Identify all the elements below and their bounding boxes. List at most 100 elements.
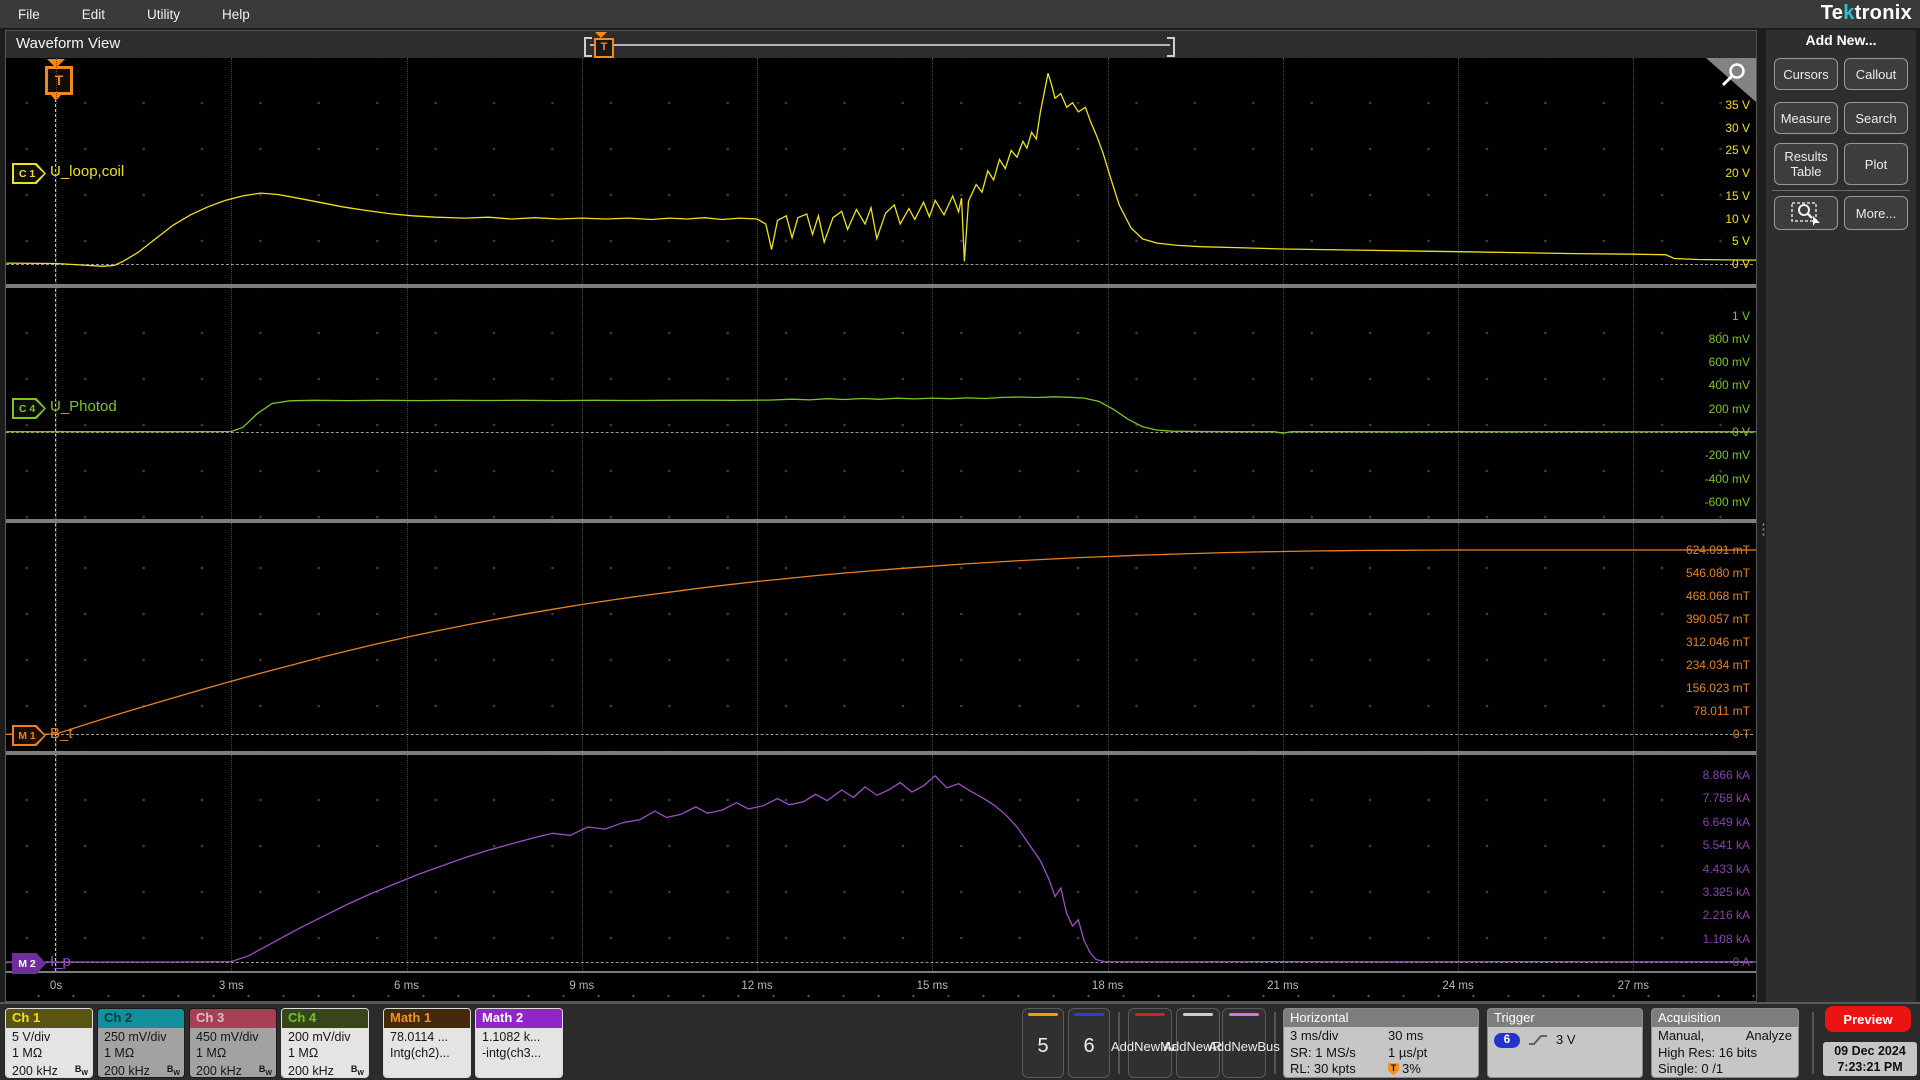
axis-tick-label: 200 mV: [1708, 401, 1750, 416]
slice-math2: 8.866 kA 7.758 kA 6.649 kA 5.541 kA 4.433 kA…: [6, 755, 1756, 971]
horizontal-row: 3 ms/div 30 ms: [1290, 1028, 1472, 1045]
channel-setting-row: 1 MΩ: [12, 1045, 88, 1061]
waveform-view-container: Waveform View T T 0s 3 ms 6 ms 9 ms 12 ms 15 …: [5, 30, 1757, 1002]
more-button[interactable]: More...: [1844, 196, 1908, 230]
menu-item-file[interactable]: File: [14, 7, 44, 22]
horizontal-row-left: SR: 1 MS/s: [1290, 1044, 1356, 1060]
logo-text-post: tronix: [1854, 2, 1912, 24]
button-label-word: New: [1231, 1039, 1258, 1054]
preview-button[interactable]: Preview: [1825, 1006, 1911, 1032]
bottom-divider-3: [1812, 1012, 1814, 1074]
button-label-word: Add: [1208, 1039, 1232, 1054]
button-label-word: Add: [1110, 1039, 1135, 1054]
axis-tick-label: 8.866 kA: [1702, 767, 1750, 782]
ch1-badge[interactable]: Ch 1 5 V/div 1 MΩ 200 kHz BW: [5, 1008, 93, 1078]
trigger-panel[interactable]: Trigger 6 3 V: [1487, 1008, 1643, 1078]
acquisition-single: Single: 0 /1: [1658, 1061, 1724, 1076]
channel-setting-row: 250 mV/div: [104, 1029, 180, 1045]
horizontal-row-right: 1 µs/pt: [1388, 1045, 1427, 1062]
channel-setting-text: 200 mV/div: [288, 1030, 351, 1044]
channel-setting-text: 200 kHz: [196, 1064, 242, 1078]
horizontal-row: SR: 1 MS/s 1 µs/pt: [1290, 1045, 1472, 1062]
logo-text-k: k: [1843, 2, 1855, 24]
axis-tick-label: 7.758 kA: [1702, 791, 1750, 806]
math2-label[interactable]: I_p: [50, 953, 71, 970]
measure-button[interactable]: Measure: [1774, 102, 1838, 134]
button-label-word: Add: [1163, 1039, 1187, 1054]
time-tick-label: 21 ms: [1267, 980, 1299, 992]
button-label: Add New Bus: [1208, 1016, 1280, 1077]
channel-settings: 5 V/div 1 MΩ 200 kHz BW: [6, 1028, 92, 1078]
axis-tick-label: 312.046 mT: [1685, 635, 1750, 649]
channel-settings: 250 mV/div 1 MΩ 200 kHz BW: [98, 1028, 184, 1078]
channel-setting-text: 200 kHz: [104, 1064, 150, 1078]
button-label-word: Bus: [1257, 1039, 1280, 1054]
channel-name: Ch 1: [6, 1009, 92, 1028]
time-tick-label: 12 ms: [741, 980, 773, 992]
slice-math1: 624.091 mT 546.080 mT 468.068 mT 390.057 mT…: [6, 523, 1756, 751]
axis-tick-label: 1 V: [1731, 308, 1750, 323]
button-label: 5: [1037, 1035, 1049, 1057]
axis-tick-label: 0 V: [1731, 257, 1750, 271]
menu-bar: File Edit Utility Help: [0, 0, 1920, 28]
panel-divider-handle[interactable]: ⋮⋮: [1756, 522, 1783, 555]
horizontal-panel[interactable]: Horizontal 3 ms/div 30 ms SR: 1 MS/s 1 µs/p…: [1283, 1008, 1479, 1078]
rising-edge-icon: [1529, 1035, 1547, 1046]
channel-setting-text: 1 MΩ: [196, 1046, 227, 1060]
overview-bar[interactable]: [590, 44, 1170, 46]
horizontal-row-left: RL: 30 kpts: [1290, 1061, 1356, 1076]
results-table-button[interactable]: Results Table: [1774, 143, 1838, 185]
axis-tick-label: 0 T: [1732, 727, 1750, 741]
math2-badge[interactable]: Math 2 1.1082 k... -intg(ch3...: [475, 1008, 563, 1078]
overview-bracket-left[interactable]: [584, 37, 592, 57]
axis-tick-label: 234.034 mT: [1685, 658, 1750, 672]
channel-name: Ch 3: [190, 1009, 276, 1028]
axis-tick-label: 624.091 mT: [1685, 543, 1750, 557]
ch4-badge[interactable]: Ch 4 200 mV/div 1 MΩ 200 kHz BW: [281, 1008, 369, 1078]
menu-item-help[interactable]: Help: [218, 7, 254, 22]
channel-setting-row: 1.1082 k...: [482, 1029, 558, 1045]
channel-scale-button-5[interactable]: 5: [1022, 1008, 1064, 1078]
ch4-label[interactable]: U_Photod: [50, 398, 117, 415]
axis-tick-label: 30 V: [1725, 120, 1750, 135]
trigger-source-badge: 6: [1494, 1032, 1520, 1048]
channel-setting-row: 200 mV/div: [288, 1029, 364, 1045]
channel-scale-button-6[interactable]: 6: [1068, 1008, 1110, 1078]
search-button[interactable]: Search: [1844, 102, 1908, 134]
ch3-badge[interactable]: Ch 3 450 mV/div 1 MΩ 200 kHz BW: [189, 1008, 277, 1078]
math1-badge[interactable]: Math 1 78.0114 ... Intg(ch2)...: [383, 1008, 471, 1078]
channel-setting-row: -intg(ch3...: [482, 1045, 558, 1061]
menu-item-edit[interactable]: Edit: [78, 7, 109, 22]
channel-setting-row: 200 kHz BW: [196, 1061, 272, 1078]
cursors-button[interactable]: Cursors: [1774, 58, 1838, 90]
axis-tick-label: 156.023 mT: [1685, 681, 1750, 695]
acquisition-panel[interactable]: Acquisition Manual, Analyze High Res: 16…: [1651, 1008, 1799, 1078]
axis-tick-label: 5.541 kA: [1702, 838, 1750, 853]
channel-setting-text: 200 kHz: [12, 1064, 58, 1078]
zoom-select-button[interactable]: [1774, 196, 1838, 230]
waveform-plot-area[interactable]: T 0s3 ms6 ms9 ms12 ms15 ms18 ms21 ms24 m…: [6, 58, 1756, 1001]
callout-button[interactable]: Callout: [1844, 58, 1908, 90]
overview-trigger-pin[interactable]: T: [594, 38, 614, 58]
datetime-display: 09 Dec 2024 7:23:21 PM: [1823, 1042, 1917, 1076]
axis-tick-label: 400 mV: [1708, 378, 1750, 393]
ch1-label[interactable]: U_loop,coil: [50, 163, 124, 180]
zoom-select-icon: [1791, 202, 1820, 226]
overview-bracket-right[interactable]: [1167, 37, 1175, 57]
menu-item-utility[interactable]: Utility: [143, 7, 184, 22]
acquisition-analyze: Analyze: [1745, 1028, 1792, 1043]
axis-tick-label: 3.325 kA: [1702, 884, 1750, 899]
channel-setting-row: 78.0114 ...: [390, 1029, 466, 1045]
channel-settings: 200 mV/div 1 MΩ 200 kHz BW: [282, 1028, 368, 1077]
horizontal-row: RL: 30 kpts T 3%: [1290, 1061, 1472, 1077]
time-ruler: 0s 3 ms 6 ms 9 ms 12 ms 15 ms 18 ms 21 ms 24 ms 2…: [6, 971, 1756, 1001]
ch2-badge[interactable]: Ch 2 250 mV/div 1 MΩ 200 kHz BW: [97, 1008, 185, 1078]
plot-button[interactable]: Plot: [1844, 143, 1908, 185]
math1-label[interactable]: B_t: [50, 725, 73, 742]
axis-tick-label: 35 V: [1725, 98, 1750, 112]
axis-tick-label: 15 V: [1725, 188, 1750, 203]
channel-name: Math 1: [384, 1009, 470, 1028]
add-new-bus-button[interactable]: Add New Bus: [1208, 1008, 1280, 1078]
axis-tick-label: 600 mV: [1708, 355, 1750, 370]
add-new-title: Add New...: [1805, 32, 1877, 48]
